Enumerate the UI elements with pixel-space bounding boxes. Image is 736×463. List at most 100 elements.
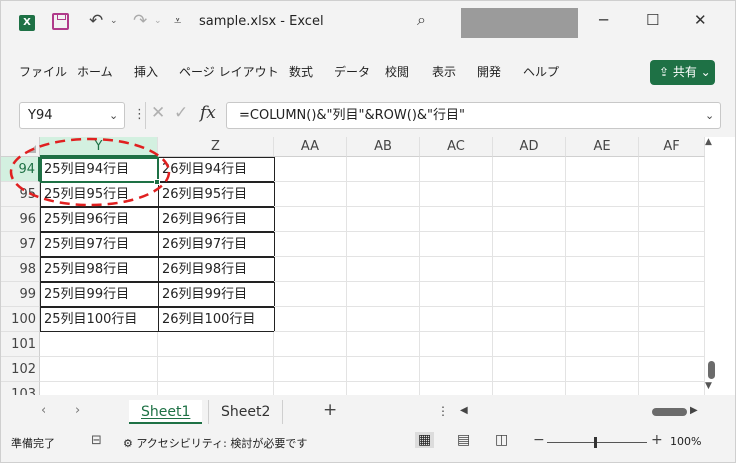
- table-cell[interactable]: [420, 157, 493, 182]
- row-header[interactable]: 99: [1, 282, 40, 307]
- table-cell[interactable]: [274, 332, 347, 357]
- table-cell[interactable]: [493, 332, 566, 357]
- column-header-ae[interactable]: AE: [566, 137, 639, 157]
- table-cell[interactable]: [639, 307, 705, 332]
- table-cell[interactable]: [493, 182, 566, 207]
- table-cell[interactable]: [493, 357, 566, 382]
- table-cell[interactable]: [639, 232, 705, 257]
- table-cell[interactable]: [639, 182, 705, 207]
- account-area[interactable]: [461, 8, 578, 38]
- cancel-icon[interactable]: ✕: [151, 103, 165, 123]
- redo-dropdown-icon[interactable]: ⌄: [154, 16, 162, 26]
- table-cell[interactable]: [493, 382, 566, 395]
- page-break-view-icon[interactable]: ◫: [495, 432, 508, 448]
- insert-function-icon[interactable]: fx: [200, 103, 216, 123]
- table-cell[interactable]: [347, 182, 420, 207]
- table-cell[interactable]: [639, 157, 705, 182]
- table-cell[interactable]: [274, 282, 347, 307]
- table-cell[interactable]: [566, 382, 639, 395]
- formula-input[interactable]: =COLUMN()&"列目"&ROW()&"行目": [226, 102, 721, 129]
- table-cell[interactable]: 26列目97行目: [158, 232, 275, 257]
- table-cell[interactable]: [347, 382, 420, 395]
- close-button[interactable]: ✕: [694, 11, 707, 29]
- table-cell[interactable]: [639, 282, 705, 307]
- table-cell[interactable]: [274, 182, 347, 207]
- maximize-button[interactable]: ☐: [646, 11, 659, 29]
- save-icon[interactable]: [52, 13, 69, 30]
- minimize-button[interactable]: ─: [599, 11, 608, 29]
- chevron-down-icon[interactable]: ⌄: [109, 102, 118, 129]
- zoom-level[interactable]: 100%: [670, 435, 701, 448]
- table-cell[interactable]: [493, 257, 566, 282]
- table-cell[interactable]: [566, 332, 639, 357]
- zoom-in-button[interactable]: +: [651, 432, 663, 448]
- tab-review[interactable]: 校閲: [385, 63, 409, 80]
- table-cell[interactable]: [420, 232, 493, 257]
- tab-help[interactable]: ヘルプ: [523, 63, 559, 80]
- table-cell[interactable]: 25列目97行目: [40, 232, 159, 257]
- column-header-z[interactable]: Z: [158, 137, 274, 157]
- table-cell[interactable]: [347, 207, 420, 232]
- search-icon[interactable]: ⌕: [417, 10, 426, 30]
- table-cell[interactable]: [274, 157, 347, 182]
- more-icon[interactable]: ⋮: [437, 404, 449, 418]
- zoom-slider[interactable]: [547, 442, 647, 443]
- fill-handle[interactable]: [154, 179, 160, 185]
- table-cell[interactable]: [566, 257, 639, 282]
- table-cell[interactable]: [274, 382, 347, 395]
- table-cell[interactable]: [274, 357, 347, 382]
- sheet-tab-sheet1[interactable]: Sheet1: [129, 400, 203, 424]
- table-cell[interactable]: [347, 157, 420, 182]
- scroll-down-icon[interactable]: ▼: [705, 381, 712, 391]
- row-header[interactable]: 102: [1, 357, 40, 382]
- table-cell[interactable]: 25列目99行目: [40, 282, 159, 307]
- table-cell[interactable]: [274, 307, 347, 332]
- table-cell[interactable]: [493, 282, 566, 307]
- normal-view-icon[interactable]: ▦: [415, 432, 435, 448]
- table-cell[interactable]: [566, 307, 639, 332]
- row-header[interactable]: 103: [1, 382, 40, 395]
- table-cell[interactable]: [566, 232, 639, 257]
- table-cell[interactable]: [420, 282, 493, 307]
- undo-dropdown-icon[interactable]: ⌄: [110, 16, 118, 26]
- table-cell[interactable]: 25列目95行目: [40, 182, 159, 207]
- table-cell[interactable]: [347, 357, 420, 382]
- zoom-slider-thumb[interactable]: [594, 437, 597, 448]
- tab-insert[interactable]: 挿入: [134, 63, 158, 80]
- vertical-scrollbar[interactable]: ▲ ▼: [705, 137, 719, 395]
- table-cell[interactable]: [639, 207, 705, 232]
- table-cell[interactable]: [347, 307, 420, 332]
- table-cell[interactable]: [493, 157, 566, 182]
- select-all-corner[interactable]: [1, 137, 40, 157]
- table-cell[interactable]: [347, 282, 420, 307]
- table-cell[interactable]: 25列目98行目: [40, 257, 159, 282]
- table-cell[interactable]: [274, 257, 347, 282]
- table-cell[interactable]: [420, 207, 493, 232]
- enter-icon[interactable]: ✓: [174, 103, 188, 123]
- tab-home[interactable]: ホーム: [77, 63, 113, 80]
- table-cell[interactable]: [493, 232, 566, 257]
- table-cell[interactable]: [420, 307, 493, 332]
- row-header[interactable]: 95: [1, 182, 40, 207]
- column-header-aa[interactable]: AA: [274, 137, 347, 157]
- table-cell[interactable]: 26列目94行目: [158, 157, 275, 182]
- scroll-left-icon[interactable]: ◀: [460, 405, 468, 416]
- tab-page-layout[interactable]: ページ レイアウト: [179, 63, 279, 80]
- table-cell[interactable]: [566, 207, 639, 232]
- table-cell[interactable]: [40, 357, 158, 382]
- tab-file[interactable]: ファイル: [19, 63, 67, 80]
- expand-formula-icon[interactable]: ⌄: [705, 102, 714, 129]
- column-header-y[interactable]: Y: [40, 137, 158, 157]
- redo-icon[interactable]: ↷: [133, 11, 147, 31]
- page-layout-view-icon[interactable]: ▤: [457, 432, 470, 448]
- table-cell[interactable]: [420, 257, 493, 282]
- row-header[interactable]: 101: [1, 332, 40, 357]
- tab-developer[interactable]: 開発: [477, 63, 501, 80]
- share-button[interactable]: ⇪ 共有 ⌄: [650, 60, 715, 85]
- tab-view[interactable]: 表示: [432, 63, 456, 80]
- table-cell[interactable]: [40, 332, 158, 357]
- macro-record-icon[interactable]: ⊟: [91, 433, 102, 448]
- column-header-ab[interactable]: AB: [347, 137, 420, 157]
- add-sheet-button[interactable]: +: [323, 400, 337, 420]
- undo-icon[interactable]: ↶: [89, 11, 103, 31]
